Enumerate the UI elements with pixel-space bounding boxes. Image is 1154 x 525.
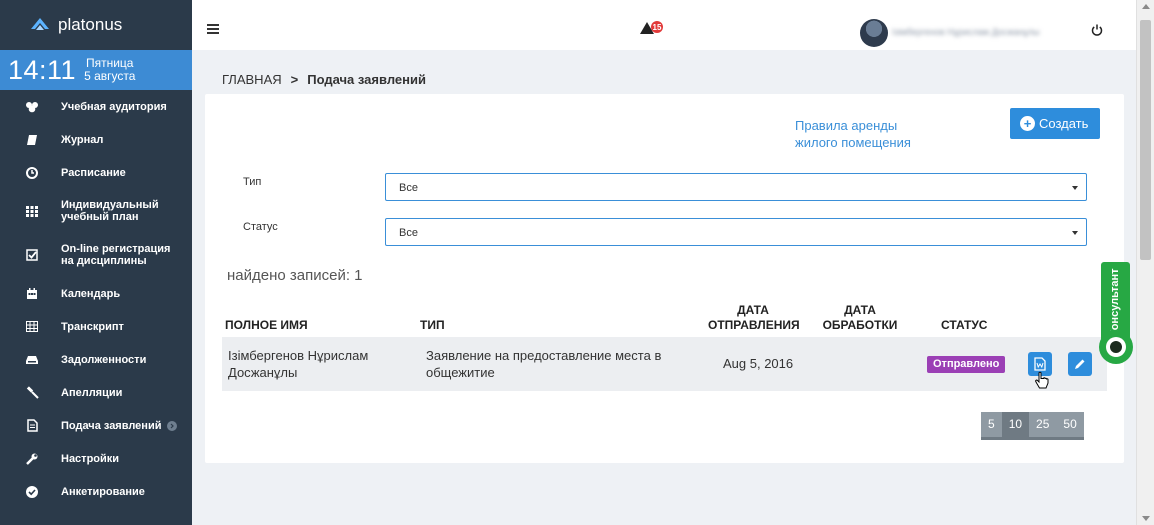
book-icon [25, 133, 39, 147]
clock-day: 5 августа [84, 69, 136, 83]
create-button-label: Создать [1039, 116, 1089, 131]
chevron-right-icon [167, 420, 178, 431]
column-header-status[interactable]: СТАТУС [941, 318, 987, 333]
clock-icon [25, 166, 39, 180]
sidebar-item-label: Настройки [61, 452, 120, 465]
group-icon [25, 100, 39, 114]
hamburger-icon[interactable] [207, 24, 219, 36]
status-filter-select[interactable]: Все [385, 218, 1087, 246]
page-size-25[interactable]: 25 [1029, 412, 1056, 437]
row-full-name: Ізімбергенов Нұрислам Досжанұлы [228, 348, 369, 380]
type-filter-select[interactable]: Все [385, 173, 1087, 201]
page-scrollbar[interactable] [1136, 0, 1154, 525]
breadcrumb-current: Подача заявлений [307, 72, 426, 87]
clock-widget: 14:11 Пятница 5 августа [0, 50, 192, 90]
row-sent-date: Aug 5, 2016 [723, 356, 794, 371]
sidebar-item-survey[interactable]: Анкетирование [0, 475, 192, 508]
row-type: Заявление на предоставление места в обще… [426, 348, 662, 380]
calendar-icon [25, 287, 39, 301]
sidebar: platonus 14:11 Пятница 5 августа Учебная… [0, 0, 192, 525]
breadcrumb-home[interactable]: ГЛАВНАЯ [222, 72, 282, 87]
sidebar-item-label: Задолженности [61, 353, 147, 366]
power-icon[interactable] [1091, 24, 1103, 36]
sidebar-item-label: Апелляции [61, 386, 123, 399]
sidebar-item-registration[interactable]: On-line регистрация на дисциплины [0, 233, 192, 277]
clock-date: Пятница 5 августа [84, 57, 135, 83]
rental-rules-link[interactable]: Правила аренды жилого помещения [795, 117, 935, 151]
user-name[interactable]: Ізімбергенов Нұрислам Досжанұлы [892, 24, 1062, 40]
scroll-up-arrow-icon[interactable] [1142, 4, 1150, 9]
column-header-processed-date[interactable]: ДАТА ОБРАБОТКИ [815, 303, 905, 333]
file-icon [25, 419, 39, 433]
page-size-5[interactable]: 5 [981, 412, 1002, 437]
sidebar-item-calendar[interactable]: Календарь [0, 277, 192, 310]
clock-time: 14:11 [8, 54, 77, 85]
hand-cursor-icon [1035, 371, 1049, 389]
sidebar-item-label: On-line регистрация на дисциплины [61, 243, 171, 267]
table-row: Ізімбергенов Нұрислам Досжанұлы Заявлени… [222, 337, 1107, 391]
sidebar-item-applications[interactable]: Подача заявлений [0, 409, 192, 442]
create-button[interactable]: + Создать [1010, 108, 1101, 139]
grid-icon [25, 204, 39, 218]
plus-circle-icon: + [1020, 116, 1035, 131]
type-filter-label: Тип [243, 176, 262, 188]
app-name: platonus [58, 15, 123, 34]
sidebar-item-label: Транскрипт [61, 320, 124, 333]
table-icon [25, 320, 39, 334]
scroll-thumb[interactable] [1140, 20, 1151, 260]
sidebar-item-schedule[interactable]: Расписание [0, 156, 192, 189]
sidebar-item-label: Индивидуальный учебный план [61, 199, 159, 223]
sidebar-item-settings[interactable]: Настройки [0, 442, 192, 475]
page-size-50[interactable]: 50 [1056, 412, 1083, 437]
sidebar-item-label: Журнал [61, 133, 104, 146]
gavel-icon [25, 386, 39, 400]
page-size-10[interactable]: 10 [1001, 412, 1030, 437]
pencil-icon [1075, 359, 1085, 369]
type-filter-value: Все [399, 182, 418, 194]
wrench-icon [25, 452, 39, 466]
hdd-icon [25, 353, 39, 367]
notification-badge: 15 [651, 21, 663, 33]
applications-panel: Правила аренды жилого помещения + Создат… [205, 94, 1124, 463]
column-header-full-name[interactable]: ПОЛНОЕ ИМЯ [225, 318, 308, 333]
table-header: ПОЛНОЕ ИМЯ ТИП ДАТА ОТПРАВЛЕНИЯ ДАТА ОБР… [205, 299, 1124, 337]
sidebar-item-classroom[interactable]: Учебная аудитория [0, 90, 192, 123]
sidebar-item-label: Подача заявлений [61, 419, 162, 432]
sidebar-item-label: Расписание [61, 166, 126, 179]
status-badge: Отправлено [927, 356, 1006, 373]
sidebar-item-debts[interactable]: Задолженности [0, 343, 192, 376]
check-circle-icon [25, 485, 39, 499]
sidebar-item-label: Учебная аудитория [61, 100, 167, 113]
sidebar-item-appeals[interactable]: Апелляции [0, 376, 192, 409]
sidebar-item-journal[interactable]: Журнал [0, 123, 192, 156]
breadcrumb-separator: > [290, 72, 299, 87]
app-logo[interactable]: platonus [0, 0, 192, 50]
breadcrumb: ГЛАВНАЯ > Подача заявлений [222, 72, 426, 87]
platonus-logo-icon [31, 18, 49, 30]
consultant-chat-icon[interactable] [1099, 330, 1133, 364]
avatar[interactable] [860, 19, 888, 47]
column-header-sent-date[interactable]: ДАТА ОТПРАВЛЕНИЯ [708, 303, 800, 333]
top-bar: 15 Ізімбергенов Нұрислам Досжанұлы [192, 0, 1136, 50]
sidebar-item-label: Анкетирование [61, 485, 145, 498]
edit-button[interactable] [1068, 352, 1092, 376]
checkbox-icon [25, 248, 39, 262]
chevron-down-icon [1072, 186, 1078, 190]
pagination: 5 10 25 50 [981, 412, 1084, 440]
sidebar-item-label: Календарь [61, 287, 121, 300]
sidebar-menu: Учебная аудитория Журнал Расписание Инди… [0, 90, 192, 508]
consultant-label: Консультант [1109, 268, 1121, 338]
records-found-count: найдено записей: 1 [227, 267, 363, 284]
status-filter-label: Статус [243, 221, 278, 233]
column-header-type[interactable]: ТИП [420, 318, 445, 333]
scroll-down-arrow-icon[interactable] [1142, 516, 1150, 521]
status-filter-value: Все [399, 227, 418, 239]
document-icon [1034, 357, 1046, 371]
sidebar-item-study-plan[interactable]: Индивидуальный учебный план [0, 189, 192, 233]
chevron-down-icon [1072, 231, 1078, 235]
sidebar-item-transcript[interactable]: Транскрипт [0, 310, 192, 343]
